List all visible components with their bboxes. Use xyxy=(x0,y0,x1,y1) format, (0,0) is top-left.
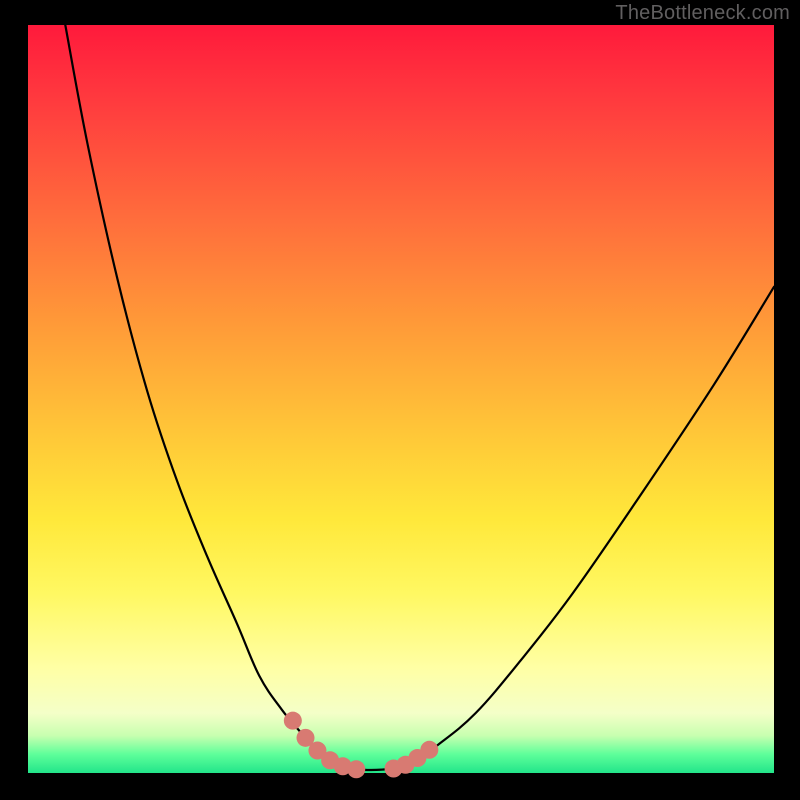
marker-dot xyxy=(284,712,302,730)
marker-dot xyxy=(420,741,438,759)
watermark-text: TheBottleneck.com xyxy=(615,2,790,25)
chart-frame: TheBottleneck.com xyxy=(0,0,800,800)
chart-plot-area xyxy=(28,25,774,773)
bottleneck-curve xyxy=(65,25,774,770)
chart-svg xyxy=(28,25,774,773)
highlight-markers xyxy=(284,712,439,779)
marker-dot xyxy=(347,760,365,778)
